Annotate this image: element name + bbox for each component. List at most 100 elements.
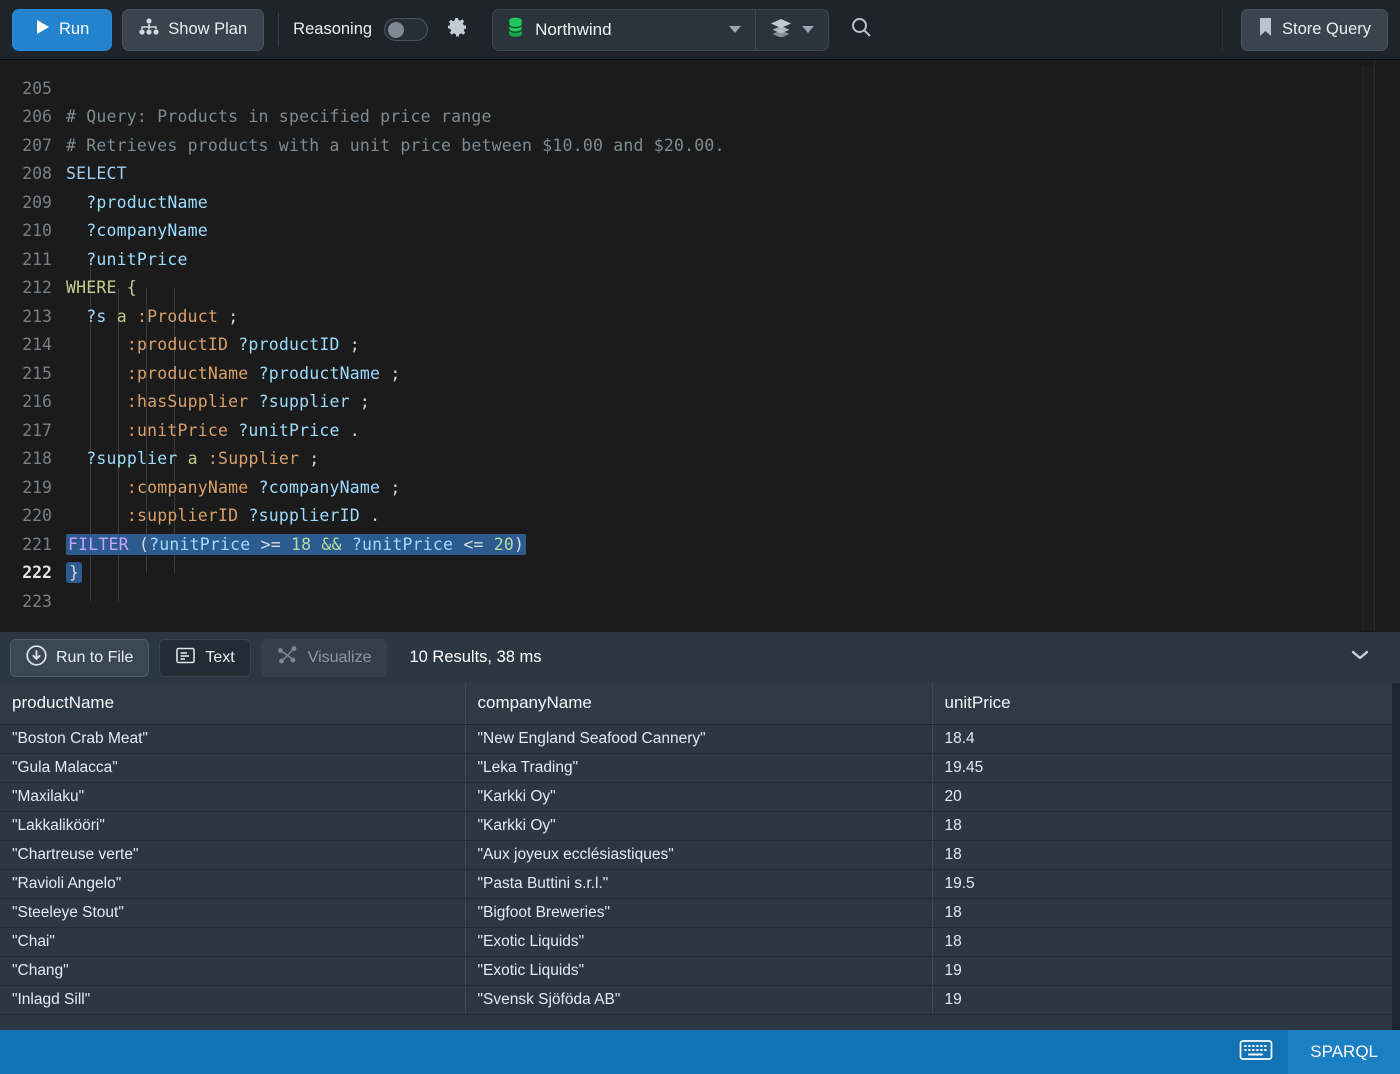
line-number-active: 222 bbox=[22, 563, 52, 583]
graph-nodes-icon bbox=[277, 645, 299, 670]
code-line[interactable]: 217 :unitPrice ?unitPrice . bbox=[0, 416, 1400, 445]
cell-productname: "Chartreuse verte" bbox=[0, 840, 466, 870]
database-name: Northwind bbox=[535, 19, 612, 39]
code-line[interactable]: 208 SELECT bbox=[0, 160, 1400, 189]
code-line[interactable]: 207 # Retrieves products with a unit pri… bbox=[0, 131, 1400, 160]
table-row[interactable]: "Chang" "Exotic Liquids" 19 bbox=[0, 956, 1400, 986]
code-line[interactable]: 214 :productID ?productID ; bbox=[0, 331, 1400, 360]
table-row[interactable]: "Chartreuse verte" "Aux joyeux ecclésias… bbox=[0, 840, 1400, 870]
store-query-label: Store Query bbox=[1282, 20, 1371, 38]
table-header-row: productName companyName unitPrice bbox=[0, 683, 1400, 725]
text-view-button[interactable]: Text bbox=[159, 638, 251, 677]
layers-button[interactable] bbox=[756, 10, 828, 50]
cell-companyname: "Karkki Oy" bbox=[465, 811, 933, 841]
toolbar-divider-3 bbox=[1222, 7, 1224, 52]
results-table-head: productName companyName unitPrice bbox=[0, 683, 1400, 725]
editor-vertical-scrollbar[interactable] bbox=[1374, 60, 1400, 631]
line-content: FILTER (?unitPrice >= 18 && ?unitPrice <… bbox=[66, 533, 527, 555]
reasoning-label: Reasoning bbox=[293, 20, 373, 38]
table-row[interactable]: "Boston Crab Meat" "New England Seafood … bbox=[0, 724, 1400, 754]
line-number: 221 bbox=[22, 534, 52, 554]
table-row[interactable]: "Steeleye Stout" "Bigfoot Breweries" 18 bbox=[0, 898, 1400, 928]
gear-icon bbox=[445, 15, 469, 44]
line-number: 218 bbox=[22, 449, 52, 469]
table-row[interactable]: "Gula Malacca" "Leka Trading" 19.45 bbox=[0, 753, 1400, 783]
column-header-companyname[interactable]: companyName bbox=[465, 683, 933, 725]
results-table-container[interactable]: productName companyName unitPrice "Bosto… bbox=[0, 683, 1400, 1030]
table-row[interactable]: "Chai" "Exotic Liquids" 18 bbox=[0, 927, 1400, 957]
main-toolbar: Run Show Plan Reasoning Northwind Store … bbox=[0, 0, 1400, 60]
code-line-selected[interactable]: 221 FILTER (?unitPrice >= 18 && ?unitPri… bbox=[0, 530, 1400, 559]
language-mode-button[interactable]: SPARQL bbox=[1288, 1030, 1400, 1074]
cell-unitprice: 18 bbox=[932, 840, 1400, 870]
code-line[interactable]: 211 ?unitPrice bbox=[0, 245, 1400, 274]
play-icon bbox=[35, 19, 50, 40]
store-query-button[interactable]: Store Query bbox=[1241, 8, 1388, 51]
cell-companyname: "Pasta Buttini s.r.l." bbox=[465, 869, 933, 899]
settings-button[interactable] bbox=[440, 13, 474, 47]
table-row[interactable]: "Lakkalikööri" "Karkki Oy" 18 bbox=[0, 811, 1400, 841]
cell-unitprice: 19 bbox=[932, 985, 1400, 1015]
code-line[interactable]: 212 WHERE { bbox=[0, 274, 1400, 303]
line-number: 207 bbox=[22, 135, 52, 155]
search-button[interactable] bbox=[839, 9, 883, 51]
cell-productname: "Inlagd Sill" bbox=[0, 985, 466, 1015]
layers-icon bbox=[770, 17, 792, 42]
code-editor[interactable]: 205 206 # Query: Products in specified p… bbox=[0, 60, 1400, 631]
code-line[interactable]: 223 bbox=[0, 587, 1400, 616]
code-line[interactable]: 206 # Query: Products in specified price… bbox=[0, 103, 1400, 132]
line-number: 213 bbox=[22, 306, 52, 326]
cell-productname: "Boston Crab Meat" bbox=[0, 724, 466, 754]
show-plan-button[interactable]: Show Plan bbox=[122, 8, 265, 51]
cell-productname: "Maxilaku" bbox=[0, 782, 466, 812]
results-table: productName companyName unitPrice "Bosto… bbox=[0, 683, 1400, 1015]
editor-minimap bbox=[1362, 66, 1374, 631]
cell-unitprice: 18 bbox=[932, 927, 1400, 957]
code-line[interactable]: 209 ?productName bbox=[0, 188, 1400, 217]
visualize-button[interactable]: Visualize bbox=[260, 638, 388, 677]
collapse-results-button[interactable] bbox=[1340, 638, 1380, 678]
table-row[interactable]: "Maxilaku" "Karkki Oy" 20 bbox=[0, 782, 1400, 812]
code-line[interactable]: 205 bbox=[0, 74, 1400, 103]
code-line[interactable]: 213 ?s a :Product ; bbox=[0, 302, 1400, 331]
line-content: :hasSupplier ?supplier ; bbox=[126, 392, 371, 412]
keyboard-shortcuts-button[interactable] bbox=[1224, 1030, 1288, 1074]
cell-unitprice: 19.45 bbox=[932, 753, 1400, 783]
line-number: 220 bbox=[22, 506, 52, 526]
line-content: # Retrieves products with a unit price b… bbox=[66, 135, 725, 155]
code-line[interactable]: 216 :hasSupplier ?supplier ; bbox=[0, 388, 1400, 417]
code-line[interactable]: 215 :productName ?productName ; bbox=[0, 359, 1400, 388]
cell-companyname: "Exotic Liquids" bbox=[465, 927, 933, 957]
line-number: 210 bbox=[22, 221, 52, 241]
code-line[interactable]: 218 ?supplier a :Supplier ; bbox=[0, 445, 1400, 474]
column-header-unitprice[interactable]: unitPrice bbox=[932, 683, 1400, 725]
database-selector[interactable]: Northwind bbox=[493, 10, 755, 50]
code-line[interactable]: 219 :companyName ?companyName ; bbox=[0, 473, 1400, 502]
show-plan-label: Show Plan bbox=[168, 20, 248, 38]
table-row[interactable]: "Ravioli Angelo" "Pasta Buttini s.r.l." … bbox=[0, 869, 1400, 899]
line-content: SELECT bbox=[66, 164, 127, 184]
table-row[interactable]: "Inlagd Sill" "Svensk Sjöföda AB" 19 bbox=[0, 985, 1400, 1015]
line-content: ?supplier a :Supplier ; bbox=[86, 449, 320, 469]
line-content: :supplierID ?supplierID . bbox=[126, 506, 381, 526]
cell-productname: "Steeleye Stout" bbox=[0, 898, 466, 928]
run-button[interactable]: Run bbox=[12, 8, 113, 51]
results-vertical-scrollbar[interactable] bbox=[1392, 683, 1400, 1030]
code-line[interactable]: 210 ?companyName bbox=[0, 217, 1400, 246]
cell-companyname: "New England Seafood Cannery" bbox=[465, 724, 933, 754]
line-number: 214 bbox=[22, 335, 52, 355]
visualize-label: Visualize bbox=[307, 648, 372, 666]
reasoning-toggle[interactable] bbox=[384, 18, 429, 41]
code-line-active[interactable]: 222 } bbox=[0, 559, 1400, 588]
cell-productname: "Gula Malacca" bbox=[0, 753, 466, 783]
cell-productname: "Ravioli Angelo" bbox=[0, 869, 466, 899]
code-line[interactable]: 220 :supplierID ?supplierID . bbox=[0, 502, 1400, 531]
cell-unitprice: 20 bbox=[932, 782, 1400, 812]
database-icon bbox=[507, 17, 524, 43]
text-view-label: Text bbox=[205, 648, 235, 666]
language-mode-label: SPARQL bbox=[1310, 1042, 1378, 1061]
run-to-file-button[interactable]: Run to File bbox=[10, 638, 150, 677]
column-header-productname[interactable]: productName bbox=[0, 683, 466, 725]
cell-companyname: "Karkki Oy" bbox=[465, 782, 933, 812]
cell-productname: "Lakkalikööri" bbox=[0, 811, 466, 841]
